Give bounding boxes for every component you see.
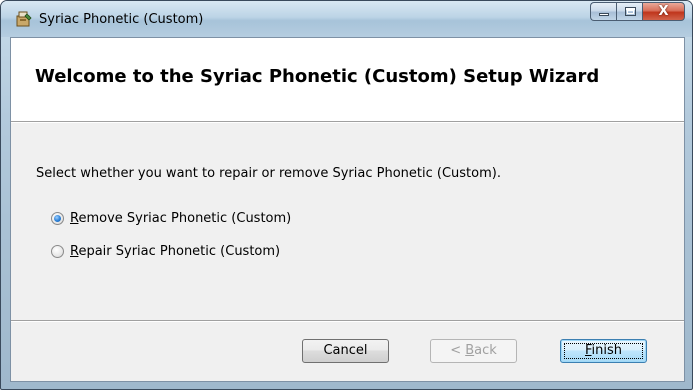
setup-window: Syriac Phonetic (Custom) X Welcome to th… bbox=[0, 0, 693, 390]
maximize-button[interactable] bbox=[616, 2, 642, 21]
instruction-text: Select whether you want to repair or rem… bbox=[36, 166, 501, 181]
close-button[interactable]: X bbox=[642, 2, 685, 21]
installer-icon bbox=[15, 10, 33, 28]
finish-button[interactable]: Finish bbox=[560, 339, 647, 363]
cancel-button[interactable]: Cancel bbox=[302, 339, 389, 363]
page-title: Welcome to the Syriac Phonetic (Custom) … bbox=[35, 66, 600, 87]
repair-option-label: Repair Syriac Phonetic (Custom) bbox=[70, 244, 281, 259]
window-title: Syriac Phonetic (Custom) bbox=[39, 12, 204, 27]
wizard-banner: Welcome to the Syriac Phonetic (Custom) … bbox=[11, 38, 684, 121]
minimize-icon bbox=[599, 13, 609, 16]
repair-option[interactable]: Repair Syriac Phonetic (Custom) bbox=[51, 244, 280, 259]
remove-option-label: Remove Syriac Phonetic (Custom) bbox=[70, 211, 292, 226]
title-bar[interactable]: Syriac Phonetic (Custom) X bbox=[1, 1, 692, 37]
remove-option[interactable]: Remove Syriac Phonetic (Custom) bbox=[51, 211, 291, 226]
minimize-button[interactable] bbox=[590, 2, 616, 21]
button-divider bbox=[11, 320, 684, 322]
repair-radio[interactable] bbox=[51, 245, 64, 258]
focus-ring bbox=[564, 343, 643, 359]
back-button[interactable]: < Back bbox=[430, 339, 517, 363]
maximize-icon bbox=[625, 7, 636, 16]
caption-buttons: X bbox=[590, 2, 685, 21]
banner-divider bbox=[11, 121, 684, 123]
wizard-client-area: Welcome to the Syriac Phonetic (Custom) … bbox=[10, 37, 685, 382]
close-icon: X bbox=[658, 4, 669, 19]
remove-radio[interactable] bbox=[51, 212, 64, 225]
